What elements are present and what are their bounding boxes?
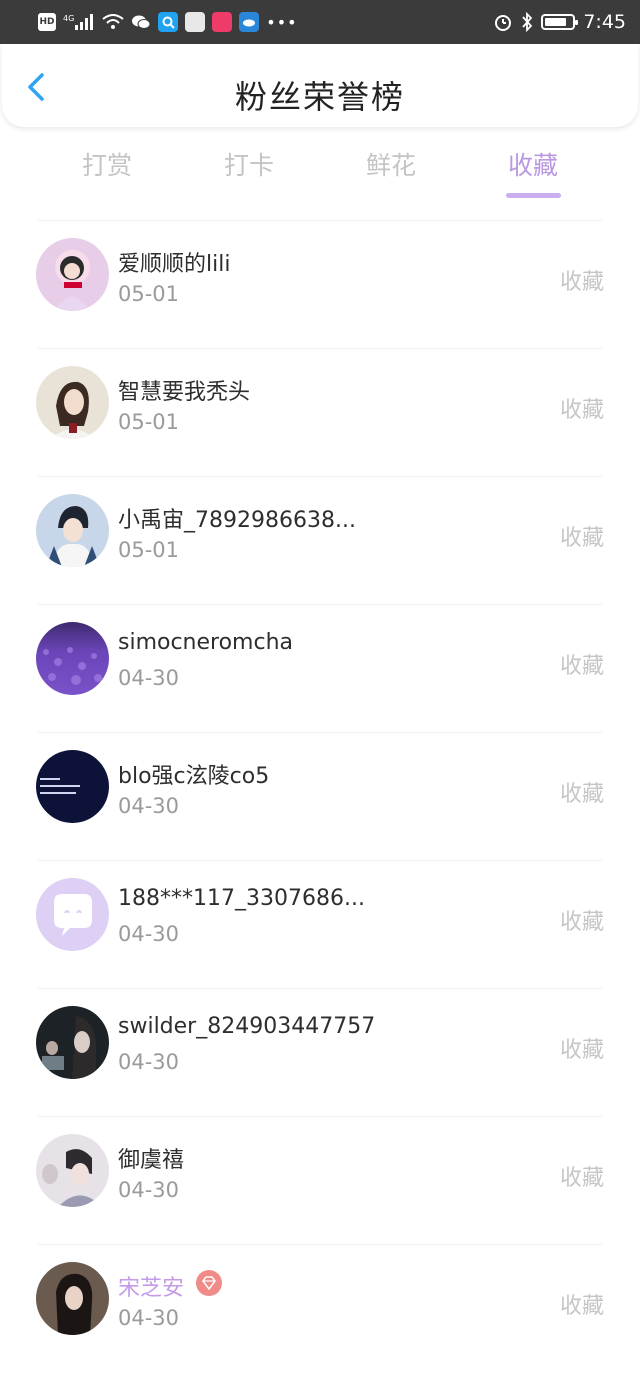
favorite-date: 04-30 bbox=[118, 666, 180, 690]
avatar[interactable] bbox=[36, 494, 109, 567]
bluetooth-icon bbox=[522, 12, 533, 32]
search-app-icon bbox=[158, 12, 179, 32]
favorite-label: 收藏 bbox=[559, 654, 604, 679]
divider bbox=[38, 220, 602, 221]
user-name: 188***117_3307686... bbox=[118, 886, 365, 911]
divider bbox=[38, 348, 602, 349]
divider bbox=[38, 476, 602, 477]
favorite-label: 收藏 bbox=[559, 910, 604, 935]
divider bbox=[38, 988, 602, 989]
active-tab-indicator bbox=[506, 193, 561, 198]
favorite-label: 收藏 bbox=[559, 1166, 604, 1191]
favorite-date: 05-01 bbox=[118, 410, 180, 434]
list-item[interactable]: 智慧要我秃头 05-01 收藏 bbox=[0, 348, 640, 476]
page-title: 粉丝荣誉榜 bbox=[234, 78, 405, 116]
avatar[interactable] bbox=[36, 366, 109, 439]
fan-list: 爱顺顺的lili 05-01 收藏 智慧要我秃头 05-01 收藏 小禹宙_78… bbox=[0, 220, 640, 1372]
avatar[interactable] bbox=[36, 1262, 109, 1335]
divider bbox=[38, 860, 602, 861]
favorite-label: 收藏 bbox=[559, 1294, 604, 1319]
user-name: simocneromcha bbox=[118, 630, 294, 655]
shopping-app-icon bbox=[185, 12, 206, 32]
default-avatar-icon[interactable] bbox=[36, 878, 109, 951]
list-item[interactable]: simocneromcha 04-30 收藏 bbox=[0, 604, 640, 732]
tab-bar: 打赏 打卡 鲜花 收藏 bbox=[0, 140, 640, 210]
status-bar: HD 4G ••• 7:45 bbox=[0, 0, 640, 44]
favorite-label: 收藏 bbox=[559, 270, 604, 295]
status-bar-right: 7:45 bbox=[493, 11, 626, 33]
wifi-icon bbox=[102, 14, 124, 29]
favorite-date: 04-30 bbox=[118, 794, 180, 818]
user-name: 智慧要我秃头 bbox=[118, 380, 251, 405]
tab-reward[interactable]: 打赏 bbox=[47, 146, 167, 182]
list-item[interactable]: blo强c泫陵co5 04-30 收藏 bbox=[0, 732, 640, 860]
battery-icon bbox=[541, 14, 579, 30]
user-name: swilder_824903447757 bbox=[118, 1014, 376, 1039]
vip-diamond-icon bbox=[196, 1270, 222, 1296]
alarm-icon bbox=[495, 15, 512, 31]
favorite-date: 04-30 bbox=[118, 922, 180, 946]
divider bbox=[38, 1244, 602, 1245]
tab-flowers[interactable]: 鲜花 bbox=[331, 146, 451, 182]
store-app-icon bbox=[212, 12, 233, 32]
favorite-date: 05-01 bbox=[118, 538, 180, 562]
list-item[interactable]: swilder_824903447757 04-30 收藏 bbox=[0, 988, 640, 1116]
list-item[interactable]: 188***117_3307686... 04-30 收藏 bbox=[0, 860, 640, 988]
user-name: 宋芝安 bbox=[118, 1276, 185, 1301]
favorite-date: 05-01 bbox=[118, 282, 180, 306]
tab-checkin[interactable]: 打卡 bbox=[189, 146, 309, 182]
clock: 7:45 bbox=[583, 11, 626, 33]
favorite-label: 收藏 bbox=[559, 526, 604, 551]
signal-icon: 4G bbox=[63, 14, 95, 30]
favorite-date: 04-30 bbox=[118, 1050, 180, 1074]
list-item[interactable]: 宋芝安 04-30 收藏 bbox=[0, 1244, 640, 1372]
divider bbox=[38, 1116, 602, 1117]
favorite-date: 04-30 bbox=[118, 1306, 180, 1330]
user-name: 小禹宙_7892986638... bbox=[118, 508, 356, 533]
user-name: 御虞禧 bbox=[118, 1148, 185, 1173]
favorite-date: 04-30 bbox=[118, 1178, 180, 1202]
avatar[interactable] bbox=[36, 238, 109, 311]
navigation-bar: 粉丝荣誉榜 bbox=[2, 44, 638, 127]
avatar[interactable] bbox=[36, 750, 109, 823]
status-bar-left: HD 4G ••• bbox=[38, 12, 493, 32]
user-name: 爱顺顺的lili bbox=[118, 252, 231, 277]
divider bbox=[38, 732, 602, 733]
avatar[interactable] bbox=[36, 622, 109, 695]
avatar[interactable] bbox=[36, 1006, 109, 1079]
wechat-icon bbox=[132, 15, 151, 29]
more-notifications-icon: ••• bbox=[266, 12, 298, 32]
favorite-label: 收藏 bbox=[559, 398, 604, 423]
divider bbox=[38, 604, 602, 605]
favorite-label: 收藏 bbox=[559, 782, 604, 807]
hd-icon: HD bbox=[38, 13, 56, 31]
favorite-label: 收藏 bbox=[559, 1038, 604, 1063]
list-item[interactable]: 小禹宙_7892986638... 05-01 收藏 bbox=[0, 476, 640, 604]
avatar[interactable] bbox=[36, 1134, 109, 1207]
user-name: blo强c泫陵co5 bbox=[118, 764, 270, 789]
list-item[interactable]: 爱顺顺的lili 05-01 收藏 bbox=[0, 220, 640, 348]
tab-favorites[interactable]: 收藏 bbox=[473, 146, 593, 182]
weather-app-icon bbox=[239, 12, 260, 32]
list-item[interactable]: 御虞禧 04-30 收藏 bbox=[0, 1116, 640, 1244]
